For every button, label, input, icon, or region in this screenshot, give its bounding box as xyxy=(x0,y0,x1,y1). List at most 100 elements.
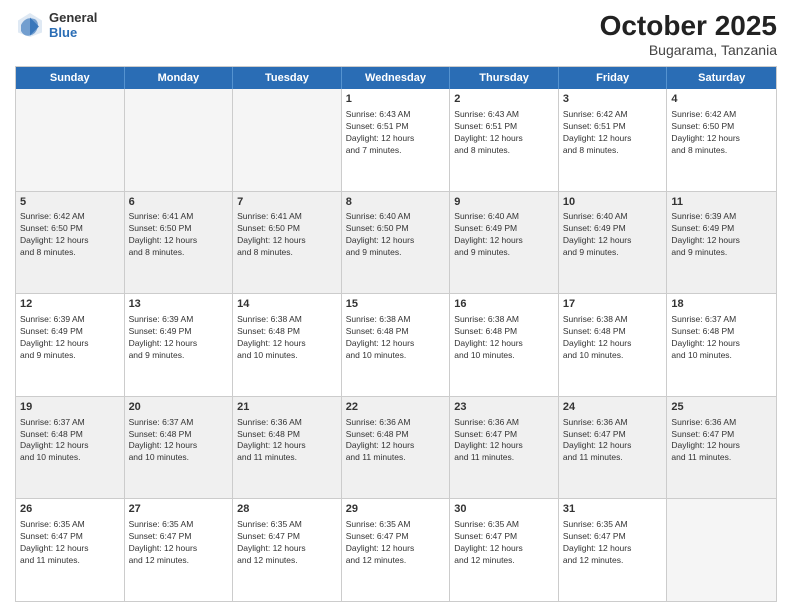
cell-info: Sunrise: 6:36 AMSunset: 6:48 PMDaylight:… xyxy=(237,417,337,465)
calendar-cell: 15 Sunrise: 6:38 AMSunset: 6:48 PMDayligh… xyxy=(342,294,451,396)
calendar: SundayMondayTuesdayWednesdayThursdayFrid… xyxy=(15,66,777,602)
day-number: 31 xyxy=(563,502,663,517)
day-number: 7 xyxy=(237,195,337,210)
cell-info: Sunrise: 6:37 AMSunset: 6:48 PMDaylight:… xyxy=(20,417,120,465)
day-number: 1 xyxy=(346,92,446,107)
cell-info: Sunrise: 6:37 AMSunset: 6:48 PMDaylight:… xyxy=(129,417,229,465)
calendar-header-day: Monday xyxy=(125,67,234,89)
day-number: 19 xyxy=(20,400,120,415)
calendar-cell: 6Sunrise: 6:41 AMSunset: 6:50 PMDaylight… xyxy=(125,192,234,294)
calendar-row: 26 Sunrise: 6:35 AMSunset: 6:47 PMDayligh… xyxy=(16,499,776,601)
day-number: 23 xyxy=(454,400,554,415)
calendar-header-day: Saturday xyxy=(667,67,776,89)
day-number: 9 xyxy=(454,195,554,210)
calendar-row: 19 Sunrise: 6:37 AMSunset: 6:48 PMDayligh… xyxy=(16,397,776,500)
day-number: 26 xyxy=(20,502,120,517)
calendar-header: SundayMondayTuesdayWednesdayThursdayFrid… xyxy=(16,67,776,89)
day-number: 24 xyxy=(563,400,663,415)
cell-info: Sunrise: 6:39 AMSunset: 6:49 PMDaylight:… xyxy=(129,314,229,362)
cell-info: Sunrise: 6:36 AMSunset: 6:47 PMDaylight:… xyxy=(671,417,772,465)
calendar-cell: 26 Sunrise: 6:35 AMSunset: 6:47 PMDayligh… xyxy=(16,499,125,601)
day-number: 29 xyxy=(346,502,446,517)
cell-info: Sunrise: 6:35 AMSunset: 6:47 PMDaylight:… xyxy=(20,519,120,567)
cell-info: Sunrise: 6:38 AMSunset: 6:48 PMDaylight:… xyxy=(563,314,663,362)
day-number: 8 xyxy=(346,195,446,210)
calendar-cell: 25 Sunrise: 6:36 AMSunset: 6:47 PMDayligh… xyxy=(667,397,776,499)
title-block: October 2025 Bugarama, Tanzania xyxy=(600,10,777,58)
calendar-cell: 17 Sunrise: 6:38 AMSunset: 6:48 PMDayligh… xyxy=(559,294,668,396)
calendar-cell: 2 Sunrise: 6:43 AMSunset: 6:51 PMDaylight… xyxy=(450,89,559,191)
day-number: 13 xyxy=(129,297,229,312)
calendar-header-day: Wednesday xyxy=(342,67,451,89)
calendar-cell: 11Sunrise: 6:39 AMSunset: 6:49 PMDayligh… xyxy=(667,192,776,294)
cell-info: Sunrise: 6:43 AMSunset: 6:51 PMDaylight:… xyxy=(454,109,554,157)
cell-info: Sunrise: 6:35 AMSunset: 6:47 PMDaylight:… xyxy=(454,519,554,567)
cell-info: Sunrise: 6:38 AMSunset: 6:48 PMDaylight:… xyxy=(454,314,554,362)
page-title: October 2025 xyxy=(600,10,777,42)
calendar-header-day: Tuesday xyxy=(233,67,342,89)
calendar-row: 12 Sunrise: 6:39 AMSunset: 6:49 PMDayligh… xyxy=(16,294,776,397)
calendar-cell: 30 Sunrise: 6:35 AMSunset: 6:47 PMDayligh… xyxy=(450,499,559,601)
day-number: 18 xyxy=(671,297,772,312)
day-number: 12 xyxy=(20,297,120,312)
logo-icon xyxy=(15,10,45,40)
calendar-cell: 3Sunrise: 6:42 AMSunset: 6:51 PMDaylight… xyxy=(559,89,668,191)
day-number: 25 xyxy=(671,400,772,415)
calendar-cell: 31Sunrise: 6:35 AMSunset: 6:47 PMDayligh… xyxy=(559,499,668,601)
calendar-header-day: Thursday xyxy=(450,67,559,89)
cell-info: Sunrise: 6:36 AMSunset: 6:48 PMDaylight:… xyxy=(346,417,446,465)
cell-info: Sunrise: 6:38 AMSunset: 6:48 PMDaylight:… xyxy=(237,314,337,362)
day-number: 14 xyxy=(237,297,337,312)
calendar-cell: 21 Sunrise: 6:36 AMSunset: 6:48 PMDayligh… xyxy=(233,397,342,499)
calendar-cell: 19 Sunrise: 6:37 AMSunset: 6:48 PMDayligh… xyxy=(16,397,125,499)
day-number: 17 xyxy=(563,297,663,312)
day-number: 6 xyxy=(129,195,229,210)
logo: General Blue xyxy=(15,10,97,40)
day-number: 22 xyxy=(346,400,446,415)
calendar-row: 5Sunrise: 6:42 AMSunset: 6:50 PMDaylight… xyxy=(16,192,776,295)
calendar-cell: 5Sunrise: 6:42 AMSunset: 6:50 PMDaylight… xyxy=(16,192,125,294)
cell-info: Sunrise: 6:40 AMSunset: 6:50 PMDaylight:… xyxy=(346,211,446,259)
day-number: 30 xyxy=(454,502,554,517)
cell-info: Sunrise: 6:39 AMSunset: 6:49 PMDaylight:… xyxy=(671,211,772,259)
day-number: 27 xyxy=(129,502,229,517)
day-number: 16 xyxy=(454,297,554,312)
calendar-cell: 22 Sunrise: 6:36 AMSunset: 6:48 PMDayligh… xyxy=(342,397,451,499)
logo-blue: Blue xyxy=(49,25,97,40)
calendar-cell xyxy=(233,89,342,191)
cell-info: Sunrise: 6:38 AMSunset: 6:48 PMDaylight:… xyxy=(346,314,446,362)
calendar-cell xyxy=(125,89,234,191)
cell-info: Sunrise: 6:40 AMSunset: 6:49 PMDaylight:… xyxy=(563,211,663,259)
cell-info: Sunrise: 6:35 AMSunset: 6:47 PMDaylight:… xyxy=(129,519,229,567)
calendar-cell: 13 Sunrise: 6:39 AMSunset: 6:49 PMDayligh… xyxy=(125,294,234,396)
day-number: 11 xyxy=(671,195,772,210)
day-number: 4 xyxy=(671,92,772,107)
calendar-header-day: Friday xyxy=(559,67,668,89)
calendar-cell: 28Sunrise: 6:35 AMSunset: 6:47 PMDayligh… xyxy=(233,499,342,601)
calendar-cell: 23 Sunrise: 6:36 AMSunset: 6:47 PMDayligh… xyxy=(450,397,559,499)
calendar-header-day: Sunday xyxy=(16,67,125,89)
calendar-cell: 16 Sunrise: 6:38 AMSunset: 6:48 PMDayligh… xyxy=(450,294,559,396)
calendar-cell: 9Sunrise: 6:40 AMSunset: 6:49 PMDaylight… xyxy=(450,192,559,294)
day-number: 2 xyxy=(454,92,554,107)
calendar-cell: 8Sunrise: 6:40 AMSunset: 6:50 PMDaylight… xyxy=(342,192,451,294)
cell-info: Sunrise: 6:36 AMSunset: 6:47 PMDaylight:… xyxy=(454,417,554,465)
day-number: 15 xyxy=(346,297,446,312)
day-number: 21 xyxy=(237,400,337,415)
calendar-body: 1 Sunrise: 6:43 AMSunset: 6:51 PMDaylight… xyxy=(16,89,776,601)
day-number: 28 xyxy=(237,502,337,517)
calendar-cell: 18 Sunrise: 6:37 AMSunset: 6:48 PMDayligh… xyxy=(667,294,776,396)
calendar-cell: 24Sunrise: 6:36 AMSunset: 6:47 PMDayligh… xyxy=(559,397,668,499)
cell-info: Sunrise: 6:41 AMSunset: 6:50 PMDaylight:… xyxy=(129,211,229,259)
header: General Blue October 2025 Bugarama, Tanz… xyxy=(15,10,777,58)
calendar-cell: 20Sunrise: 6:37 AMSunset: 6:48 PMDayligh… xyxy=(125,397,234,499)
calendar-cell: 12Sunrise: 6:39 AMSunset: 6:49 PMDayligh… xyxy=(16,294,125,396)
calendar-cell: 1 Sunrise: 6:43 AMSunset: 6:51 PMDaylight… xyxy=(342,89,451,191)
cell-info: Sunrise: 6:37 AMSunset: 6:48 PMDaylight:… xyxy=(671,314,772,362)
cell-info: Sunrise: 6:43 AMSunset: 6:51 PMDaylight:… xyxy=(346,109,446,157)
logo-general: General xyxy=(49,10,97,25)
cell-info: Sunrise: 6:35 AMSunset: 6:47 PMDaylight:… xyxy=(346,519,446,567)
calendar-cell: 14 Sunrise: 6:38 AMSunset: 6:48 PMDayligh… xyxy=(233,294,342,396)
page: General Blue October 2025 Bugarama, Tanz… xyxy=(0,0,792,612)
calendar-cell: 29 Sunrise: 6:35 AMSunset: 6:47 PMDayligh… xyxy=(342,499,451,601)
